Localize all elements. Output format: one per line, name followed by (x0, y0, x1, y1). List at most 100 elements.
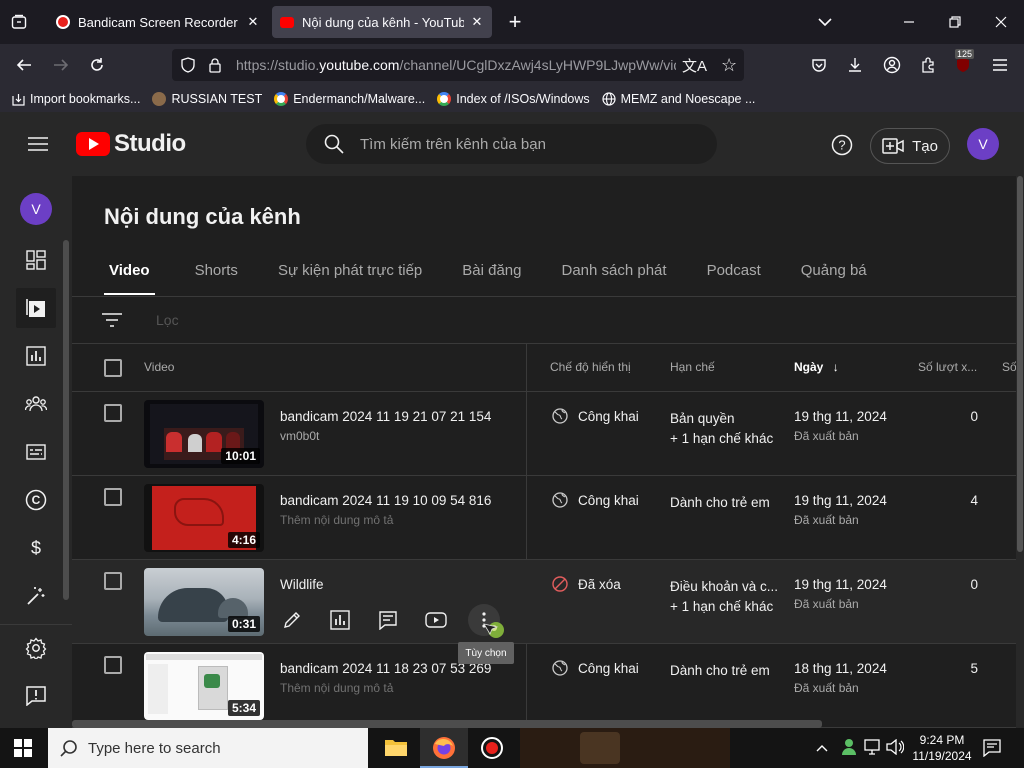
video-title[interactable]: bandicam 2024 11 19 21 07 21 154 (280, 409, 491, 424)
restriction-cell[interactable]: Dành cho trẻ em (670, 661, 770, 681)
close-window-icon[interactable] (990, 11, 1012, 33)
bookmark-import[interactable]: Import bookmarks... (12, 92, 140, 106)
video-description[interactable]: Thêm nội dung mô tả (280, 681, 393, 695)
table-row[interactable]: 5:34 bandicam 2024 11 18 23 07 53 269 Th… (72, 644, 1016, 728)
volume-icon[interactable] (886, 738, 905, 760)
reload-icon[interactable] (86, 54, 108, 76)
sidebar-item-settings[interactable] (16, 628, 56, 668)
youtube-view-icon[interactable] (424, 608, 448, 632)
lock-icon[interactable] (208, 57, 228, 73)
analytics-icon[interactable] (328, 608, 352, 632)
user-tray-icon[interactable] (840, 738, 858, 761)
ublock-extension-icon[interactable]: 125 (952, 49, 975, 76)
video-title[interactable]: Wildlife (280, 577, 324, 592)
shield-icon[interactable] (180, 57, 200, 73)
minimize-icon[interactable] (898, 11, 920, 33)
sidebar-item-analytics[interactable] (16, 336, 56, 376)
bookmark-russian-test[interactable]: RUSSIAN TEST (152, 92, 262, 106)
edit-pencil-icon[interactable] (280, 608, 304, 632)
pocket-icon[interactable] (808, 54, 830, 76)
notification-center-icon[interactable] (983, 739, 1001, 762)
video-thumbnail[interactable]: 5:34 (144, 652, 264, 720)
menu-hamburger-icon[interactable] (989, 54, 1011, 76)
network-icon[interactable] (864, 739, 882, 760)
forward-icon[interactable] (50, 54, 72, 76)
downloads-icon[interactable] (844, 54, 866, 76)
column-views[interactable]: Số lượt x... (918, 360, 977, 374)
create-button[interactable]: Tạo (870, 128, 950, 164)
url-bar[interactable]: https://studio.youtube.com/channel/UCglD… (172, 49, 744, 81)
tab-shorts[interactable]: Shorts (195, 254, 238, 295)
windows-start-icon[interactable] (14, 739, 32, 762)
row-checkbox[interactable] (104, 404, 122, 422)
bookmark-memz[interactable]: MEMZ and Noescape ... (602, 92, 755, 106)
tab-playlists[interactable]: Danh sách phát (561, 254, 666, 295)
extensions-icon[interactable] (917, 54, 939, 76)
table-row[interactable]: 10:01 bandicam 2024 11 19 21 07 21 154 v… (72, 392, 1016, 476)
visibility-cell[interactable]: Công khai (552, 660, 639, 676)
file-explorer-icon[interactable] (384, 736, 408, 763)
row-checkbox[interactable] (104, 488, 122, 506)
main-scrollbar-thumb[interactable] (1017, 176, 1023, 552)
tray-chevron-icon[interactable] (816, 740, 828, 758)
sidebar-scrollbar[interactable] (63, 240, 69, 600)
row-checkbox[interactable] (104, 656, 122, 674)
visibility-cell[interactable]: Công khai (552, 492, 639, 508)
tab-posts[interactable]: Bài đăng (462, 254, 521, 295)
filter-icon[interactable] (102, 313, 122, 330)
translate-icon[interactable]: 文A (682, 55, 707, 76)
taskbar-firefox[interactable] (420, 728, 468, 768)
sidebar-item-feedback[interactable] (16, 676, 56, 716)
close-tab-icon[interactable]: ✕ (470, 14, 484, 30)
bandicam-taskbar-icon[interactable] (480, 736, 504, 765)
video-thumbnail[interactable]: 4:16 (144, 484, 264, 552)
tab-list-icon[interactable] (8, 11, 30, 33)
video-description[interactable]: Thêm nội dung mô tả (280, 513, 393, 527)
column-visibility[interactable]: Chế độ hiển thị (550, 360, 631, 374)
tab-bandicam[interactable]: Bandicam Screen Recorder Dow ✕ (48, 6, 268, 38)
close-tab-icon[interactable]: ✕ (246, 14, 260, 30)
sidebar-item-content[interactable] (16, 288, 56, 328)
visibility-cell[interactable]: Công khai (552, 408, 639, 424)
studio-logo[interactable]: Studio (76, 130, 186, 158)
bookmark-isos[interactable]: Index of /ISOs/Windows (437, 92, 590, 106)
sidebar-item-dashboard[interactable] (16, 240, 56, 280)
account-icon[interactable] (881, 54, 903, 76)
table-row[interactable]: 4:16 bandicam 2024 11 19 10 09 54 816 Th… (72, 476, 1016, 560)
video-title[interactable]: bandicam 2024 11 19 10 09 54 816 (280, 493, 491, 508)
table-row[interactable]: 0:31 Wildlife Đã xóa Điều khoản và c... … (72, 560, 1016, 644)
bookmark-star-icon[interactable]: ☆ (721, 55, 737, 76)
hamburger-menu-icon[interactable] (28, 136, 48, 157)
video-thumbnail[interactable]: 0:31 (144, 568, 264, 636)
visibility-cell[interactable]: Đã xóa (552, 576, 621, 592)
sidebar-item-community[interactable] (16, 384, 56, 424)
account-avatar[interactable]: V (967, 128, 999, 160)
tab-live[interactable]: Sự kiện phát trực tiếp (278, 254, 422, 295)
row-checkbox[interactable] (104, 572, 122, 590)
tab-podcast[interactable]: Podcast (707, 254, 761, 295)
channel-search-input[interactable]: Tìm kiếm trên kênh của bạn (306, 124, 717, 164)
channel-avatar[interactable]: V (20, 193, 52, 225)
tab-video[interactable]: Video (104, 254, 155, 295)
column-date[interactable]: Ngày ↓ (794, 360, 839, 374)
sidebar-item-copyright[interactable]: C (16, 480, 56, 520)
list-all-tabs-icon[interactable] (814, 11, 836, 33)
select-all-checkbox[interactable] (104, 359, 122, 377)
new-tab-icon[interactable]: + (504, 9, 526, 34)
tab-youtube-studio[interactable]: Nội dung của kênh - YouTube S ✕ (272, 6, 492, 38)
bookmark-endermanch[interactable]: Endermanch/Malware... (274, 92, 425, 106)
horizontal-scrollbar[interactable] (72, 720, 822, 728)
comments-icon[interactable] (376, 608, 400, 632)
video-thumbnail[interactable]: 10:01 (144, 400, 264, 468)
help-icon[interactable]: ? (831, 134, 853, 161)
taskbar-clock[interactable]: 9:24 PM 11/19/2024 (910, 732, 974, 764)
restriction-cell[interactable]: Bản quyền + 1 hạn chế khác (670, 409, 773, 449)
sidebar-item-earn[interactable]: $ (16, 528, 56, 568)
column-extra[interactable]: Số (1002, 360, 1016, 374)
restore-icon[interactable] (944, 11, 966, 33)
sidebar-item-customization[interactable] (16, 576, 56, 616)
tab-promotions[interactable]: Quảng bá (801, 254, 867, 295)
column-restrictions[interactable]: Hạn chế (670, 360, 715, 374)
sidebar-item-subtitles[interactable] (16, 432, 56, 472)
taskbar-search-input[interactable]: Type here to search (48, 728, 368, 768)
